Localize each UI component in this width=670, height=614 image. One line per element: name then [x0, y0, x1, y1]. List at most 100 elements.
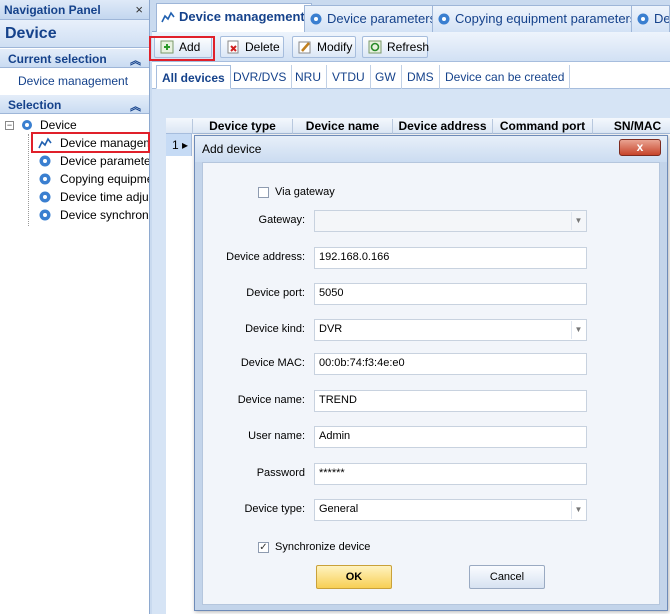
selection-header[interactable]: Selection ︽ [0, 94, 149, 114]
delete-button[interactable]: Delete [220, 36, 284, 58]
ok-button[interactable]: OK [316, 565, 392, 589]
gateway-row: Gateway: ▼ [203, 210, 661, 232]
gear-icon [39, 155, 51, 167]
column-device-address[interactable]: Device address [392, 119, 492, 134]
chevron-down-icon[interactable]: ▼ [571, 212, 585, 230]
column-device-type[interactable]: Device type [192, 119, 292, 134]
gear-icon [39, 209, 51, 221]
device-name-row: Device name: TREND [203, 390, 661, 412]
tab-label: Device parameters [327, 11, 437, 26]
column-command-port[interactable]: Command port [492, 119, 592, 134]
device-kind-select[interactable]: DVR ▼ [314, 319, 587, 341]
device-type-label: Device type: [244, 503, 305, 515]
tree-item-label: Device parameters [60, 154, 149, 168]
toolbar: Add Delete Modify Refresh [152, 32, 670, 62]
add-highlight-box [149, 36, 215, 61]
modify-label: Modify [317, 40, 353, 54]
close-icon[interactable]: × [135, 2, 143, 17]
user-name-field[interactable]: Admin [314, 426, 587, 448]
device-type-value: General [319, 503, 359, 515]
user-name-label: User name: [248, 430, 305, 442]
subtab-gw[interactable]: GW [370, 65, 402, 89]
tab-device-more[interactable]: Device [631, 5, 670, 32]
subtab-vtdu[interactable]: VTDU [327, 65, 371, 89]
device-management-icon [161, 11, 175, 23]
dialog-titlebar[interactable]: Add device x [195, 136, 667, 162]
edit-icon [298, 41, 311, 54]
subtab-dms[interactable]: DMS [402, 65, 440, 89]
tab-label: Copying equipment parameters [455, 11, 637, 26]
device-address-field[interactable]: 192.168.0.166 [314, 247, 587, 269]
refresh-button[interactable]: Refresh [362, 36, 430, 58]
subtab-can-be-created[interactable]: Device can be created [440, 65, 571, 89]
chevron-down-icon[interactable]: ▼ [571, 321, 585, 339]
device-filter-tabs: All devices DVR/DVS NRU VTDU GW DMS Devi… [152, 62, 670, 89]
device-kind-label: Device kind: [245, 323, 305, 335]
current-selection-header[interactable]: Current selection ︽ [0, 48, 149, 68]
tab-device-management[interactable]: Device management [156, 3, 312, 33]
synchronize-device-checkbox[interactable]: ✓ [258, 542, 269, 553]
device-name-field[interactable]: TREND [314, 390, 587, 412]
tab-label: Device [654, 11, 670, 26]
password-field[interactable]: ****** [314, 463, 587, 485]
tree-item-label: Device time adjustment [60, 190, 149, 204]
tree-item-label: Device synchronization [60, 208, 149, 222]
tree-item-label: Copying equipment parameters [60, 172, 149, 186]
highlight-box [31, 132, 150, 153]
chevron-down-icon[interactable]: ▼ [571, 501, 585, 519]
device-address-label: Device address: [226, 251, 305, 263]
gateway-label: Gateway: [258, 214, 305, 226]
tab-device-parameters[interactable]: Device parameters [304, 5, 444, 32]
subtab-all-devices[interactable]: All devices [156, 65, 231, 89]
gear-icon [39, 191, 51, 203]
via-gateway-checkbox[interactable] [258, 187, 269, 198]
tree-item-device-parameters[interactable]: Device parameters [0, 152, 149, 170]
device-port-row: Device port: 5050 [203, 283, 661, 305]
tree-item-copying-equipment[interactable]: Copying equipment parameters [0, 170, 149, 188]
add-device-dialog: Add device x Via gateway Gateway: ▼ Devi… [194, 135, 668, 611]
delete-label: Delete [245, 40, 280, 54]
device-address-row: Device address: 192.168.0.166 [203, 247, 661, 269]
synchronize-device-label: Synchronize device [275, 541, 371, 553]
current-selection-item[interactable]: Device management [0, 68, 149, 94]
device-mac-field[interactable]: 00:0b:74:f3:4e:e0 [314, 353, 587, 375]
gear-icon [22, 120, 32, 130]
close-icon[interactable]: x [619, 139, 661, 156]
refresh-label: Refresh [387, 40, 430, 54]
row-indicator: 1 ▸ [166, 134, 192, 156]
device-kind-value: DVR [319, 323, 343, 335]
device-tree: − Device Device management Device parame… [0, 114, 149, 226]
gear-icon [637, 13, 649, 25]
tree-item-device-sync[interactable]: Device synchronization [0, 206, 149, 224]
tab-bar: Device management Device parameters Copy… [152, 0, 670, 33]
tree-item-device-time[interactable]: Device time adjustment [0, 188, 149, 206]
row-marker-icon: ▸ [182, 138, 189, 152]
collapse-icon[interactable]: − [5, 121, 14, 130]
navigation-panel-header: Navigation Panel × [0, 0, 149, 20]
tab-label: Device management [179, 9, 305, 24]
tab-copying-equipment[interactable]: Copying equipment parameters [432, 5, 644, 32]
password-row: Password ****** [203, 463, 661, 485]
subtab-dvr-dvs[interactable]: DVR/DVS [228, 65, 293, 89]
column-device-name[interactable]: Device name [292, 119, 392, 134]
user-name-row: User name: Admin [203, 426, 661, 448]
column-sn-mac[interactable]: SN/MAC [592, 119, 670, 134]
device-name-label: Device name: [237, 394, 305, 406]
device-type-select[interactable]: General ▼ [314, 499, 587, 521]
chevron-up-icon[interactable]: ︽ [130, 52, 141, 68]
delete-icon [227, 40, 239, 54]
modify-button[interactable]: Modify [292, 36, 356, 58]
chevron-up-icon[interactable]: ︽ [130, 98, 141, 114]
gateway-select[interactable]: ▼ [314, 210, 587, 232]
refresh-icon [368, 40, 382, 54]
cancel-button[interactable]: Cancel [469, 565, 545, 589]
device-port-field[interactable]: 5050 [314, 283, 587, 305]
check-icon: ✓ [259, 542, 268, 553]
nav-section-title: Device [0, 20, 149, 48]
subtab-nru[interactable]: NRU [290, 65, 327, 89]
gear-icon [39, 173, 51, 185]
grid-header: Device type Device name Device address C… [166, 118, 670, 134]
dialog-title: Add device [202, 142, 262, 156]
device-mac-row: Device MAC: 00:0b:74:f3:4e:e0 [203, 353, 661, 375]
selection-label: Selection [8, 98, 62, 112]
